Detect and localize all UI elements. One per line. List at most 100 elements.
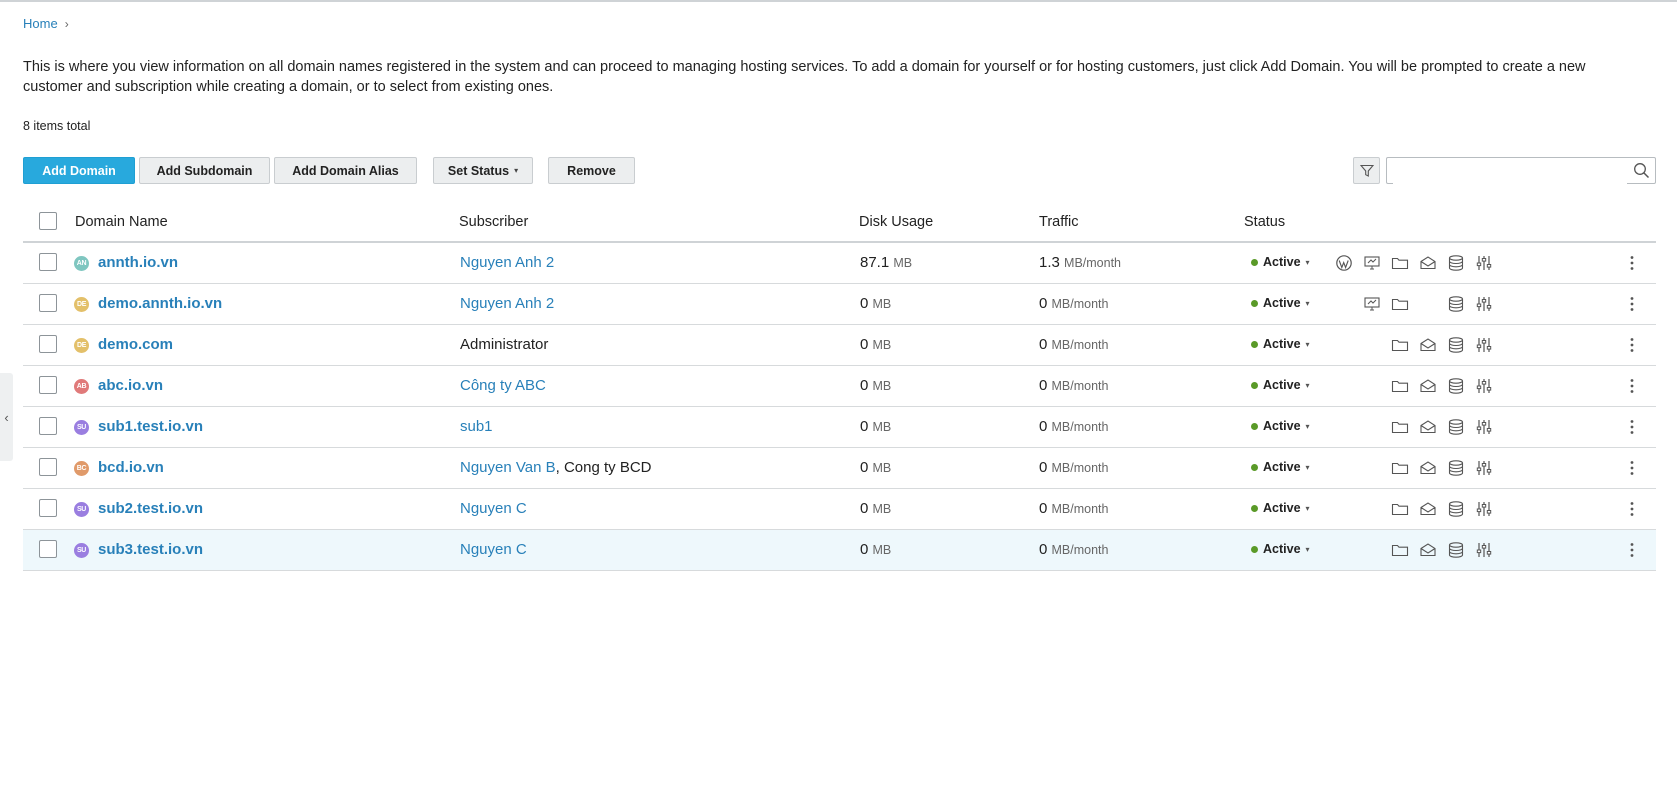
domain-name-link[interactable]: sub2.test.io.vn bbox=[98, 500, 203, 517]
folder-icon[interactable] bbox=[1391, 459, 1409, 477]
subscriber-link[interactable]: Nguyen Anh 2 bbox=[460, 295, 554, 312]
folder-icon[interactable] bbox=[1391, 254, 1409, 272]
settings-sliders-icon[interactable] bbox=[1475, 254, 1493, 272]
status-dropdown[interactable]: Active ▾ bbox=[1251, 501, 1310, 515]
mail-icon[interactable] bbox=[1419, 500, 1437, 518]
disk-usage-value: 0 bbox=[860, 377, 869, 394]
row-checkbox[interactable] bbox=[39, 499, 57, 517]
row-checkbox[interactable] bbox=[39, 417, 57, 435]
subscriber-link[interactable]: Nguyen C bbox=[460, 500, 527, 517]
more-actions-icon[interactable] bbox=[1623, 336, 1641, 354]
status-dropdown[interactable]: Active ▾ bbox=[1251, 542, 1310, 556]
mail-icon[interactable] bbox=[1419, 377, 1437, 395]
folder-icon[interactable] bbox=[1391, 295, 1409, 313]
subscriber-link[interactable]: Nguyen Van B bbox=[460, 459, 556, 476]
settings-sliders-icon[interactable] bbox=[1475, 418, 1493, 436]
more-actions-icon[interactable] bbox=[1623, 254, 1641, 272]
column-disk-usage[interactable]: Disk Usage bbox=[859, 214, 933, 230]
column-domain-name[interactable]: Domain Name bbox=[75, 214, 168, 230]
folder-icon[interactable] bbox=[1391, 336, 1409, 354]
monitor-icon[interactable] bbox=[1363, 254, 1381, 272]
mail-icon[interactable] bbox=[1419, 459, 1437, 477]
folder-icon[interactable] bbox=[1391, 377, 1409, 395]
domain-name-link[interactable]: bcd.io.vn bbox=[98, 459, 164, 476]
search-input[interactable] bbox=[1393, 159, 1627, 184]
add-domain-alias-button[interactable]: Add Domain Alias bbox=[274, 157, 417, 184]
breadcrumb: Home › bbox=[23, 16, 69, 31]
mail-icon[interactable] bbox=[1419, 418, 1437, 436]
add-domain-button[interactable]: Add Domain bbox=[23, 157, 135, 184]
subscriber-cell: Administrator bbox=[460, 336, 548, 353]
column-subscriber[interactable]: Subscriber bbox=[459, 214, 528, 230]
domain-name-link[interactable]: abc.io.vn bbox=[98, 377, 163, 394]
chevron-down-icon: ▾ bbox=[1305, 257, 1310, 267]
domain-name-link[interactable]: demo.com bbox=[98, 336, 173, 353]
settings-sliders-icon[interactable] bbox=[1475, 336, 1493, 354]
subscriber-link[interactable]: Nguyen Anh 2 bbox=[460, 254, 554, 271]
folder-icon[interactable] bbox=[1391, 541, 1409, 559]
traffic-value: 0 bbox=[1039, 500, 1048, 517]
set-status-button[interactable]: Set Status ▾ bbox=[433, 157, 533, 184]
more-actions-icon[interactable] bbox=[1623, 295, 1641, 313]
wordpress-icon[interactable] bbox=[1335, 254, 1353, 272]
status-dropdown[interactable]: Active ▾ bbox=[1251, 460, 1310, 474]
row-checkbox[interactable] bbox=[39, 253, 57, 271]
settings-sliders-icon[interactable] bbox=[1475, 500, 1493, 518]
domain-name-link[interactable]: annth.io.vn bbox=[98, 254, 178, 271]
traffic-cell: 0 MB/month bbox=[1039, 295, 1108, 312]
column-traffic[interactable]: Traffic bbox=[1039, 214, 1078, 230]
database-icon[interactable] bbox=[1447, 254, 1465, 272]
mail-icon[interactable] bbox=[1419, 336, 1437, 354]
row-checkbox[interactable] bbox=[39, 458, 57, 476]
subscriber-link[interactable]: Nguyen C bbox=[460, 541, 527, 558]
database-icon[interactable] bbox=[1447, 459, 1465, 477]
database-icon[interactable] bbox=[1447, 500, 1465, 518]
settings-sliders-icon[interactable] bbox=[1475, 459, 1493, 477]
search-icon[interactable] bbox=[1633, 162, 1650, 179]
more-actions-icon[interactable] bbox=[1623, 500, 1641, 518]
folder-icon[interactable] bbox=[1391, 500, 1409, 518]
mail-icon[interactable] bbox=[1419, 254, 1437, 272]
table-row: SU sub3.test.io.vn Nguyen C0 MB 0 MB/month A… bbox=[23, 530, 1656, 571]
more-actions-icon[interactable] bbox=[1623, 459, 1641, 477]
status-dropdown[interactable]: Active ▾ bbox=[1251, 296, 1310, 310]
sidebar-collapse-toggle[interactable]: ‹ bbox=[0, 373, 13, 461]
filter-button[interactable] bbox=[1353, 157, 1380, 184]
more-actions-icon[interactable] bbox=[1623, 541, 1641, 559]
settings-sliders-icon[interactable] bbox=[1475, 295, 1493, 313]
database-icon[interactable] bbox=[1447, 541, 1465, 559]
folder-icon[interactable] bbox=[1391, 418, 1409, 436]
status-dropdown[interactable]: Active ▾ bbox=[1251, 378, 1310, 392]
breadcrumb-home-link[interactable]: Home bbox=[23, 16, 58, 31]
row-checkbox[interactable] bbox=[39, 376, 57, 394]
disk-usage-value: 0 bbox=[860, 418, 869, 435]
mail-icon[interactable] bbox=[1419, 541, 1437, 559]
more-actions-icon[interactable] bbox=[1623, 377, 1641, 395]
disk-usage-unit: MB bbox=[872, 338, 892, 352]
status-dropdown[interactable]: Active ▾ bbox=[1251, 419, 1310, 433]
database-icon[interactable] bbox=[1447, 377, 1465, 395]
settings-sliders-icon[interactable] bbox=[1475, 377, 1493, 395]
settings-sliders-icon[interactable] bbox=[1475, 541, 1493, 559]
row-checkbox[interactable] bbox=[39, 335, 57, 353]
traffic-value: 0 bbox=[1039, 295, 1048, 312]
domain-name-link[interactable]: demo.annth.io.vn bbox=[98, 295, 222, 312]
column-status[interactable]: Status bbox=[1244, 214, 1285, 230]
monitor-icon[interactable] bbox=[1363, 295, 1381, 313]
database-icon[interactable] bbox=[1447, 418, 1465, 436]
status-dropdown[interactable]: Active ▾ bbox=[1251, 337, 1310, 351]
row-checkbox[interactable] bbox=[39, 540, 57, 558]
row-checkbox[interactable] bbox=[39, 294, 57, 312]
domains-table: Domain Name Subscriber Disk Usage Traffi… bbox=[23, 204, 1656, 571]
subscriber-link[interactable]: sub1 bbox=[460, 418, 493, 435]
database-icon[interactable] bbox=[1447, 295, 1465, 313]
status-dropdown[interactable]: Active ▾ bbox=[1251, 255, 1310, 269]
database-icon[interactable] bbox=[1447, 336, 1465, 354]
more-actions-icon[interactable] bbox=[1623, 418, 1641, 436]
add-subdomain-button[interactable]: Add Subdomain bbox=[139, 157, 270, 184]
remove-button[interactable]: Remove bbox=[548, 157, 635, 184]
subscriber-link[interactable]: Công ty ABC bbox=[460, 377, 546, 394]
domain-name-link[interactable]: sub1.test.io.vn bbox=[98, 418, 203, 435]
domain-name-link[interactable]: sub3.test.io.vn bbox=[98, 541, 203, 558]
select-all-checkbox[interactable] bbox=[39, 212, 57, 230]
